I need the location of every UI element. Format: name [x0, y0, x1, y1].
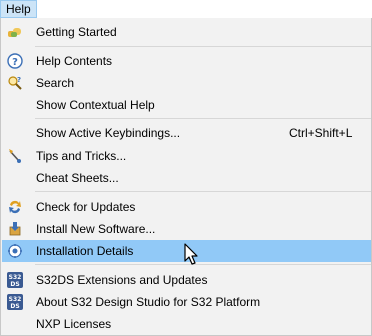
menu-item-search[interactable]: ? Search — [2, 72, 371, 94]
s32ds-icon: S32 DS — [7, 272, 23, 288]
menu-item-check-for-updates[interactable]: Check for Updates — [2, 196, 371, 218]
svg-text:?: ? — [12, 57, 18, 68]
menu-item-label: Check for Updates — [36, 200, 136, 214]
menu-item-show-active-keybindings[interactable]: Show Active Keybindings... Ctrl+Shift+L — [2, 122, 371, 144]
menu-help[interactable]: Help — [0, 0, 37, 18]
menu-item-label: Help Contents — [36, 54, 113, 68]
svg-text:S32: S32 — [9, 274, 22, 281]
svg-text:DS: DS — [10, 303, 19, 310]
installation-details-icon — [8, 244, 22, 258]
menu-item-label: Search — [36, 76, 75, 90]
help-contents-icon: ? — [7, 53, 23, 69]
tips-icon — [9, 149, 21, 163]
search-icon: ? — [8, 76, 22, 90]
svg-text:?: ? — [17, 76, 21, 84]
menu-item-install-new-software[interactable]: Install New Software... — [2, 218, 371, 240]
menu-item-label: S32DS Extensions and Updates — [36, 273, 208, 287]
menu-item-label: Getting Started — [36, 25, 117, 39]
menu-item-about-s32ds[interactable]: S32 DS About S32 Design Studio for S32 P… — [2, 291, 371, 313]
menu-item-show-contextual-help[interactable]: Show Contextual Help — [2, 94, 371, 116]
menu-item-label: Tips and Tricks... — [36, 149, 127, 163]
s32ds-icon: S32 DS — [7, 294, 23, 310]
menu-separator — [35, 264, 371, 265]
menu-item-label: Installation Details — [36, 244, 134, 258]
menu-item-nxp-licenses[interactable]: NXP Licenses — [2, 313, 371, 335]
menu-separator — [35, 118, 371, 119]
menu-item-label: About S32 Design Studio for S32 Platform — [36, 295, 261, 309]
menu-item-label: Cheat Sheets... — [36, 171, 119, 185]
menu-item-label: NXP Licenses — [36, 317, 112, 331]
update-icon — [9, 200, 21, 214]
help-menu: Getting Started ? Help Contents ? Search… — [0, 18, 372, 336]
menu-separator — [35, 191, 371, 192]
menu-item-label: Show Active Keybindings... — [36, 126, 181, 140]
menu-item-label: Show Contextual Help — [36, 98, 155, 112]
menu-item-getting-started[interactable]: Getting Started — [2, 21, 371, 43]
svg-text:S32: S32 — [9, 296, 22, 303]
menu-separator — [35, 46, 371, 47]
install-icon — [9, 222, 21, 236]
getting-started-icon — [8, 28, 21, 37]
svg-text:DS: DS — [10, 281, 19, 288]
menu-item-label: Install New Software... — [36, 222, 156, 236]
menu-item-cheat-sheets[interactable]: Cheat Sheets... — [2, 167, 371, 189]
menu-bar: Help — [0, 0, 372, 18]
menu-item-help-contents[interactable]: ? Help Contents — [2, 50, 371, 72]
menu-item-tips-and-tricks[interactable]: Tips and Tricks... — [2, 145, 371, 167]
menu-item-s32ds-extensions[interactable]: S32 DS S32DS Extensions and Updates — [2, 269, 371, 291]
mouse-pointer-icon — [184, 243, 198, 265]
menu-item-shortcut: Ctrl+Shift+L — [289, 126, 353, 140]
